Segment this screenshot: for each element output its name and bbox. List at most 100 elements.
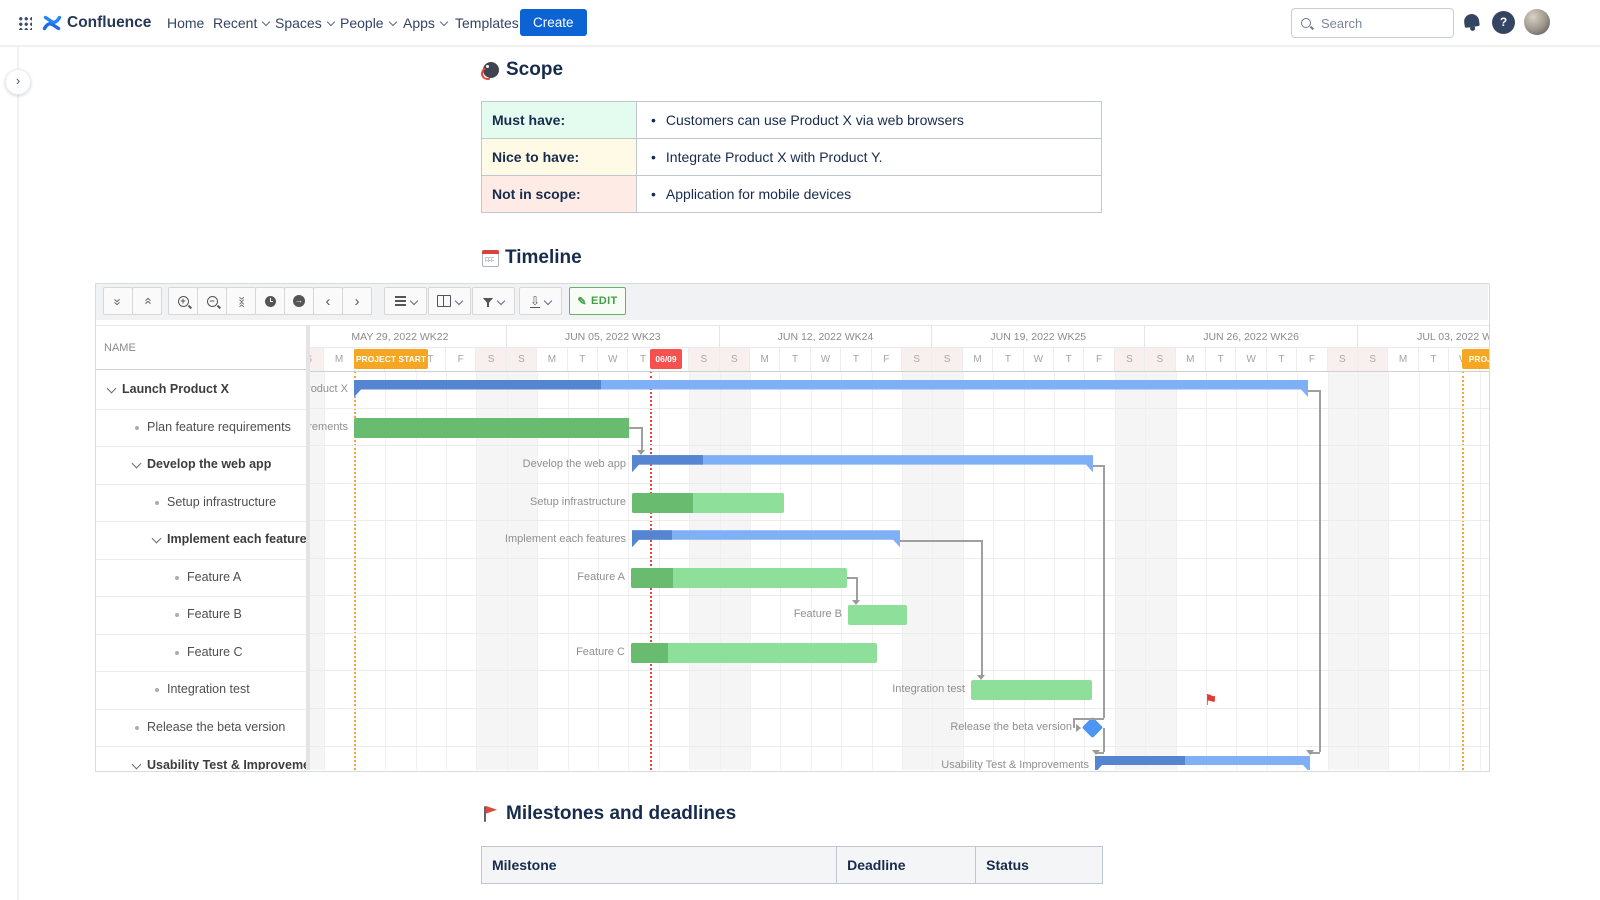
dependency-arrow: [977, 675, 985, 680]
day-gridline: [1449, 371, 1450, 770]
zoom-in-icon: [178, 296, 189, 307]
zoom-out-button[interactable]: [197, 287, 227, 315]
task-name-label: Feature C: [187, 645, 243, 659]
edit-pencil-icon: ✎: [577, 295, 587, 308]
row-options-dropdown[interactable]: [384, 287, 427, 315]
gantt-day-header: T: [1054, 348, 1084, 371]
gantt-day-header: W: [811, 348, 841, 371]
app-switcher-icon[interactable]: [18, 0, 32, 45]
chevron-down-icon[interactable]: [133, 460, 141, 468]
create-button[interactable]: Create: [520, 9, 587, 36]
dependency-connector: [981, 540, 983, 675]
gantt-task-row-name[interactable]: Integration test: [95, 671, 306, 710]
zoom-to-fit-button[interactable]: »«: [226, 287, 256, 315]
day-gridline: [963, 371, 964, 770]
gantt-task-row-name[interactable]: Setup infrastructure: [95, 484, 306, 523]
table-row: Must have: •Customers can use Product X …: [482, 102, 1102, 139]
zoom-out-icon: [207, 296, 218, 307]
search-input[interactable]: [1319, 15, 1433, 32]
filter-dropdown[interactable]: [472, 287, 515, 315]
nav-recent[interactable]: Recent: [213, 0, 269, 45]
chevron-left-icon: ‹: [326, 294, 331, 309]
gantt-bar[interactable]: [632, 530, 900, 547]
bullet-dot: [135, 726, 139, 730]
table-row: Nice to have: •Integrate Product X with …: [482, 139, 1102, 176]
zoom-in-button[interactable]: [168, 287, 198, 315]
gantt-task-row-name[interactable]: Develop the web app: [95, 446, 306, 485]
gantt-task-row-name[interactable]: Launch Product X: [95, 371, 306, 410]
confluence-page: Confluence Home Recent Spaces People App…: [0, 0, 1600, 900]
dependency-connector: [1103, 465, 1105, 718]
gantt-day-header: T: [1267, 348, 1297, 371]
gantt-bar[interactable]: [631, 643, 877, 663]
confluence-logo-icon: [42, 13, 62, 33]
gantt-bar[interactable]: [971, 680, 1092, 700]
day-gridline: [993, 371, 994, 770]
gantt-task-row-name[interactable]: Feature B: [95, 596, 306, 635]
nav-people[interactable]: People: [340, 0, 396, 45]
go-to-button[interactable]: →: [284, 287, 314, 315]
gantt-task-row-name[interactable]: Feature A: [95, 559, 306, 598]
day-gridline: [1328, 371, 1329, 770]
gantt-bar[interactable]: [631, 568, 847, 588]
chevron-down-icon: [262, 17, 269, 24]
gantt-bar[interactable]: [632, 493, 784, 513]
gantt-name-panel: NAME Launch Product XPlan feature requir…: [95, 325, 306, 770]
day-gridline: [1388, 371, 1389, 770]
gantt-bar-label: Develop the web app: [523, 458, 626, 470]
expand-all-button[interactable]: »: [132, 287, 162, 315]
nav-home[interactable]: Home: [167, 0, 204, 45]
scope-target-icon: [483, 62, 499, 78]
gantt-task-row-name[interactable]: Usability Test & Improvements: [95, 747, 306, 771]
gantt-bar-label: Implement each features: [505, 533, 626, 545]
day-gridline: [1176, 371, 1177, 770]
gantt-task-row-name[interactable]: Release the beta version: [95, 709, 306, 748]
gantt-bar-progress: [632, 493, 693, 513]
gantt-day-header: T: [568, 348, 598, 371]
columns-dropdown[interactable]: [428, 287, 471, 315]
day-gridline: [902, 371, 903, 770]
sidebar-divider: [17, 45, 19, 900]
search-box[interactable]: [1291, 8, 1454, 38]
scroll-right-button[interactable]: ›: [342, 287, 372, 315]
gantt-day-header: T: [1419, 348, 1449, 371]
task-name-label: Release the beta version: [147, 720, 285, 734]
scroll-left-button[interactable]: ‹: [313, 287, 343, 315]
current-time-button[interactable]: [255, 287, 285, 315]
edit-button[interactable]: ✎EDIT: [569, 287, 626, 315]
gantt-day-header: T: [841, 348, 871, 371]
day-gridline: [1358, 371, 1359, 770]
gantt-bar-label: Plan feature requirements: [310, 421, 348, 433]
gantt-task-row-name[interactable]: Feature C: [95, 634, 306, 673]
sidebar-expand-button[interactable]: ›: [5, 69, 31, 95]
download-dropdown[interactable]: ⇩: [519, 287, 562, 315]
gantt-bar-label: Feature B: [794, 608, 842, 620]
dependency-connector: [641, 427, 643, 450]
today-badge: 06/09: [650, 349, 682, 369]
row-border: [310, 445, 1489, 446]
notifications-bell-icon[interactable]: [1463, 13, 1480, 28]
calendar-icon: [482, 250, 499, 267]
nav-apps[interactable]: Apps: [403, 0, 447, 45]
gantt-bar[interactable]: [848, 605, 907, 625]
panel-splitter[interactable]: [306, 325, 310, 770]
user-avatar[interactable]: [1524, 9, 1550, 35]
bullet-dot: [155, 688, 159, 692]
bullet-dot: [175, 613, 179, 617]
gantt-task-row-name[interactable]: Plan feature requirements: [95, 409, 306, 448]
nav-spaces[interactable]: Spaces: [275, 0, 334, 45]
nav-templates[interactable]: Templates: [455, 0, 519, 45]
deadline-column-header: Deadline: [837, 847, 976, 884]
chevron-down-icon[interactable]: [108, 385, 116, 393]
help-icon[interactable]: ?: [1492, 11, 1515, 34]
gantt-bar-progress: [631, 643, 668, 663]
collapse-all-button[interactable]: »: [103, 287, 133, 315]
confluence-logo[interactable]: Confluence: [42, 0, 151, 45]
gantt-bar[interactable]: [354, 418, 629, 438]
chevron-down-icon[interactable]: [153, 535, 161, 543]
gantt-task-row-name[interactable]: Implement each features: [95, 521, 306, 560]
chevron-down-icon[interactable]: [133, 761, 141, 769]
day-gridline: [1024, 371, 1025, 770]
scope-not-in-scope-cell: Not in scope:: [482, 176, 637, 213]
dependency-connector: [1319, 390, 1321, 752]
